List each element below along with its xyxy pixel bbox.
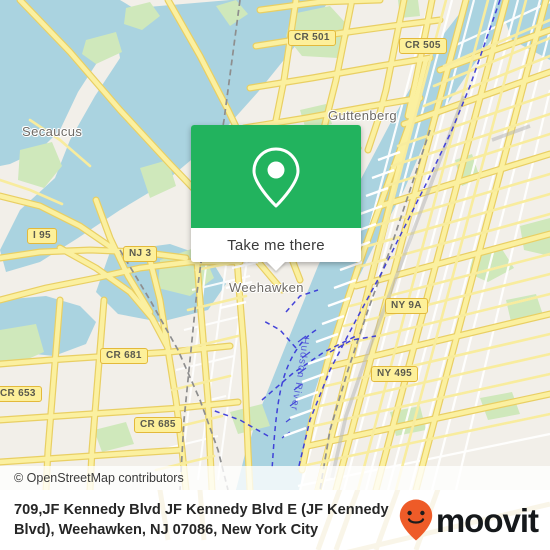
route-shield-cr-653: CR 653 bbox=[0, 386, 42, 402]
callout-icon-area bbox=[191, 125, 361, 228]
moovit-pin-icon bbox=[399, 499, 433, 541]
address-text: 709,JF Kennedy Blvd JF Kennedy Blvd E (J… bbox=[14, 502, 389, 538]
route-shield-i-95: I 95 bbox=[27, 228, 57, 244]
osm-attribution-text[interactable]: © OpenStreetMap contributors bbox=[0, 471, 184, 485]
take-me-there-button[interactable]: Take me there bbox=[191, 228, 361, 271]
footer-bar: 709,JF Kennedy Blvd JF Kennedy Blvd E (J… bbox=[0, 490, 550, 550]
footer-content: 709,JF Kennedy Blvd JF Kennedy Blvd E (J… bbox=[0, 490, 550, 550]
route-shield-cr-681: CR 681 bbox=[100, 348, 148, 364]
route-shield-cr-501: CR 501 bbox=[288, 30, 336, 46]
moovit-brand[interactable]: moovit bbox=[398, 498, 550, 542]
moovit-wordmark: moovit bbox=[435, 501, 539, 539]
route-shield-cr-505: CR 505 bbox=[399, 38, 447, 54]
location-callout-card[interactable]: Take me there bbox=[191, 125, 361, 271]
map-pin-icon bbox=[252, 147, 300, 207]
route-shield-cr-685: CR 685 bbox=[134, 417, 182, 433]
take-me-there-label: Take me there bbox=[227, 236, 325, 254]
moovit-map-screenshot: Hudson River Secaucus Guttenberg Weehawk… bbox=[0, 0, 550, 550]
map-attribution-bar: © OpenStreetMap contributors bbox=[0, 466, 550, 490]
route-shield-ny-9a: NY 9A bbox=[385, 298, 428, 314]
route-shield-ny-495: NY 495 bbox=[371, 366, 418, 382]
callout-pointer-tail bbox=[266, 261, 286, 271]
route-shield-nj-3: NJ 3 bbox=[123, 246, 158, 262]
